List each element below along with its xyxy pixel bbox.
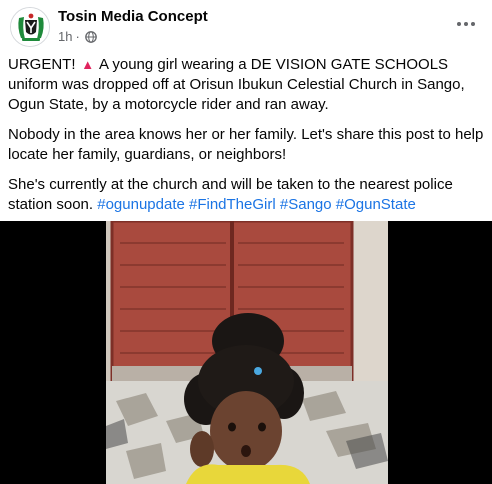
hashtag-link[interactable]: #Sango bbox=[280, 196, 332, 213]
more-options-button[interactable] bbox=[452, 12, 480, 36]
post-photo[interactable] bbox=[106, 221, 388, 484]
hashtag-list: #ogunupdate #FindTheGirl #Sango #OgunSta… bbox=[97, 196, 416, 213]
more-options-icon bbox=[457, 22, 461, 26]
hashtag-link[interactable]: #ogunupdate bbox=[97, 196, 185, 213]
post-header: Tosin Media Concept 1h · bbox=[0, 0, 492, 52]
post-media[interactable] bbox=[0, 221, 492, 484]
post-paragraph-3: She's currently at the church and will b… bbox=[8, 175, 486, 215]
post-paragraph-1: URGENT! ▲ A young girl wearing a DE VISI… bbox=[8, 55, 486, 115]
hashtag-link[interactable]: #OgunState bbox=[336, 196, 416, 213]
paragraph-1-text: A young girl wearing a DE VISION GATE SC… bbox=[8, 56, 465, 113]
urgent-label: URGENT! bbox=[8, 56, 76, 73]
hashtag-link[interactable]: #FindTheGirl bbox=[189, 196, 276, 213]
page-name[interactable]: Tosin Media Concept bbox=[58, 8, 208, 25]
coat-of-arms-logo-icon bbox=[11, 8, 49, 46]
page-avatar[interactable] bbox=[10, 7, 50, 47]
globe-icon bbox=[84, 30, 97, 43]
post-meta: 1h · bbox=[58, 29, 97, 44]
meta-separator: · bbox=[75, 29, 80, 44]
post-text: URGENT! ▲ A young girl wearing a DE VISI… bbox=[8, 55, 486, 225]
post-time[interactable]: 1h bbox=[58, 29, 72, 44]
post-paragraph-2: Nobody in the area knows her or her fami… bbox=[8, 126, 484, 163]
siren-icon: ▲ bbox=[81, 57, 95, 72]
girl-at-church-photo bbox=[106, 221, 388, 484]
